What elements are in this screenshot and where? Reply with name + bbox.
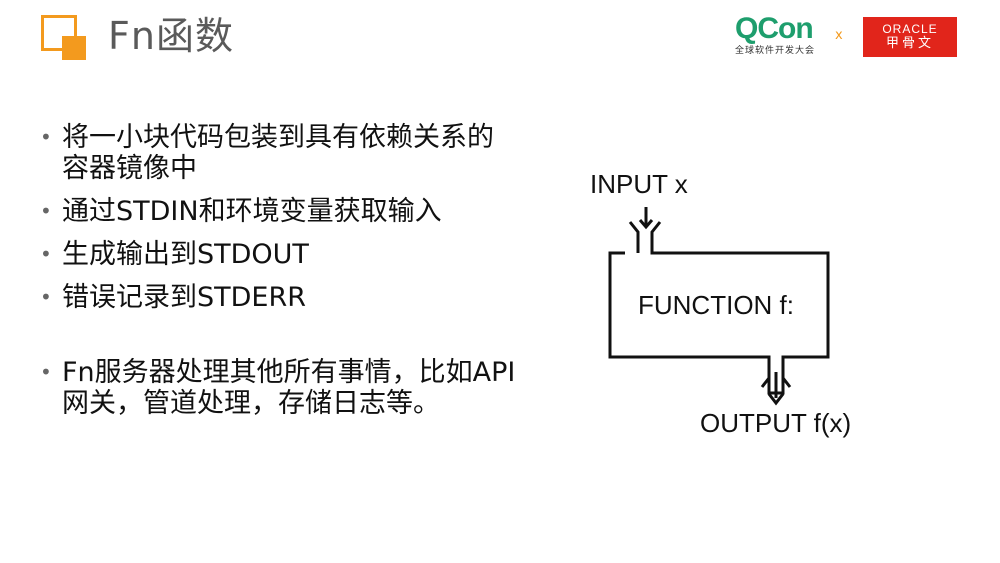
bullet-text: Fn服务器处理其他所有事情，比如API网关，管道处理，存储日志等。: [62, 357, 516, 419]
bullet-dot-icon: •: [40, 360, 52, 384]
filled-square-icon: [62, 36, 86, 60]
bullet-text: 生成输出到STDOUT: [62, 239, 309, 270]
oracle-wordmark: ORACLE: [882, 22, 938, 36]
oracle-chinese-name: 甲骨文: [885, 36, 934, 51]
oracle-logo: ORACLE 甲骨文: [863, 17, 957, 57]
bullet-dot-icon: •: [40, 125, 52, 149]
qcon-wordmark: QCon: [735, 12, 814, 45]
bullet-item: • 错误记录到STDERR: [40, 282, 520, 313]
bullet-dot-icon: •: [40, 242, 52, 266]
bullet-item: • Fn服务器处理其他所有事情，比如API网关，管道处理，存储日志等。: [40, 357, 520, 419]
bullet-text: 错误记录到STDERR: [62, 282, 307, 313]
bullet-list: • 将一小块代码包装到具有依赖关系的容器镜像中 • 通过STDIN和环境变量获取…: [40, 122, 520, 419]
bullet-item: • 生成输出到STDOUT: [40, 239, 520, 270]
bullet-item: • 将一小块代码包装到具有依赖关系的容器镜像中: [40, 122, 520, 184]
function-diagram: INPUT x FUNCTION f: OUTPUT f(x): [580, 160, 880, 450]
slide-corner-logo: [41, 15, 87, 61]
logo-separator: x: [835, 28, 843, 43]
bullet-text: 将一小块代码包装到具有依赖关系的容器镜像中: [62, 122, 494, 184]
function-label: FUNCTION f:: [638, 290, 794, 320]
output-label: OUTPUT f(x): [700, 408, 851, 438]
bullet-text: 通过STDIN和环境变量获取输入: [62, 196, 442, 227]
input-label: INPUT x: [590, 169, 688, 199]
bullet-dot-icon: •: [40, 199, 52, 223]
slide-title: Fn函数: [108, 14, 234, 58]
qcon-logo: QCon 全球软件开发大会: [735, 14, 823, 60]
bullet-dot-icon: •: [40, 285, 52, 309]
bullet-item: • 通过STDIN和环境变量获取输入: [40, 196, 520, 227]
qcon-tagline: 全球软件开发大会: [735, 46, 816, 56]
